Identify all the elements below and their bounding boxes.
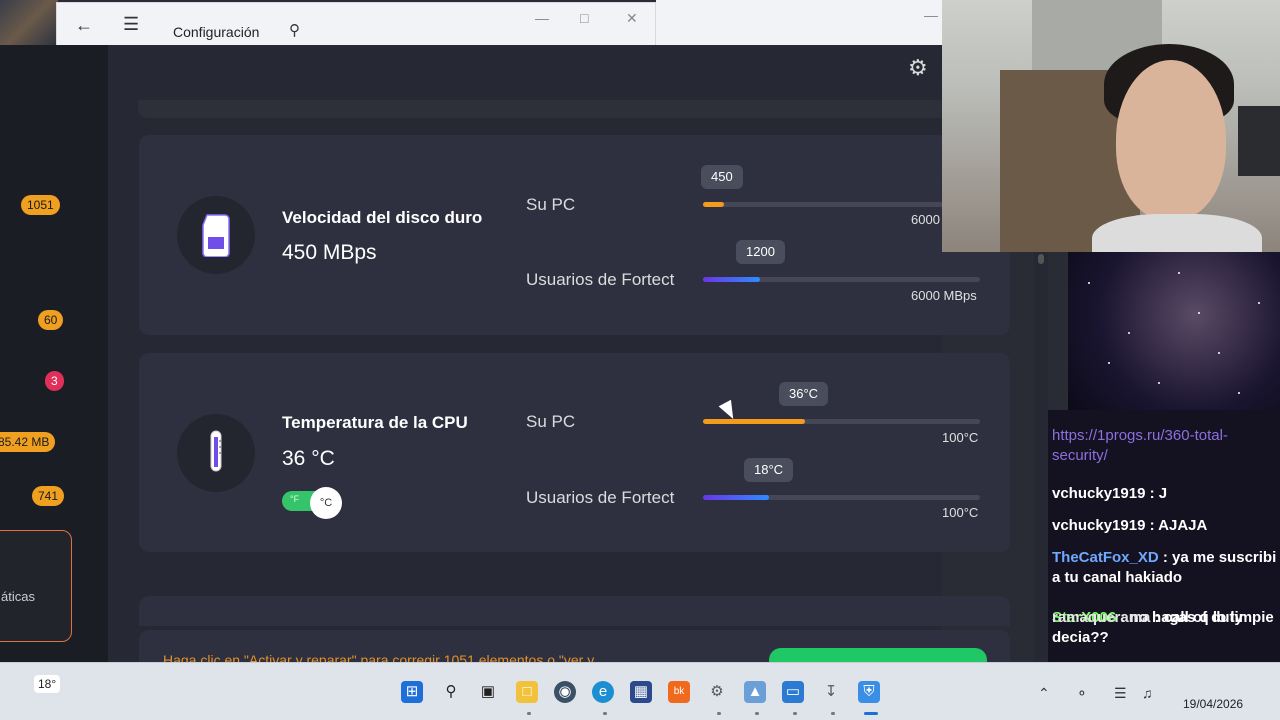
count-badge: 60 — [38, 310, 64, 330]
row-label: Su PC — [526, 412, 576, 431]
webcam-monitor — [1238, 106, 1280, 176]
volume-icon[interactable]: ♫ — [1142, 685, 1153, 701]
windows-start-icon[interactable]: ⊞ — [401, 681, 423, 703]
card-title: Temperatura de la CPU — [282, 413, 468, 432]
card-value: 450 MBps — [282, 241, 377, 264]
progress-track — [703, 419, 980, 424]
hamburger-menu-icon[interactable]: ☰ — [123, 14, 139, 35]
chat-username: vchucky1919 — [1052, 517, 1146, 534]
webcam-person-shirt — [1092, 214, 1262, 252]
chat-message: https://1progs.ru/360-total-security/ — [1052, 426, 1278, 466]
value-tooltip: 1200 — [736, 240, 785, 264]
chat-link[interactable]: https://1progs.ru/360-total-security/ — [1052, 427, 1228, 464]
chat-text: : AJAJA — [1145, 517, 1208, 534]
desktop-wallpaper-strip — [0, 0, 58, 45]
minimize-icon[interactable]: — — [924, 7, 938, 23]
next-card-edge — [139, 596, 1010, 626]
progress-fill — [703, 419, 805, 424]
count-badge: 741 — [32, 486, 65, 506]
webcam-person-face — [1116, 60, 1226, 220]
weather-widget[interactable]: 18° — [34, 675, 61, 693]
card-value: 36 °C — [282, 447, 335, 470]
chat-username: TheCatFox_XD — [1052, 549, 1159, 566]
chat-message: TheCatFox_XD : ya me suscribi a tu canal… — [1052, 548, 1278, 588]
alert-badge: 3 — [45, 371, 64, 391]
chat-username: ramaquerama — [1052, 609, 1151, 626]
app-window-icon[interactable]: ▭ — [782, 681, 804, 703]
chat-message: vchucky1919 : J — [1052, 484, 1278, 504]
scroll-thumb[interactable] — [1038, 254, 1044, 264]
galaxy-overlay — [1068, 252, 1280, 410]
bk-app-icon[interactable]: bk — [668, 681, 690, 703]
minimize-icon[interactable]: — — [535, 10, 549, 26]
chat-message: vchucky1919 : AJAJA — [1052, 516, 1278, 536]
progress-track — [703, 495, 980, 500]
chat-username: vchucky1919 — [1052, 485, 1146, 502]
chat-text: : J — [1145, 485, 1168, 502]
progress-fill — [703, 495, 769, 500]
app-icon[interactable]: ◉ — [554, 681, 576, 703]
close-icon[interactable]: ✕ — [626, 10, 638, 27]
sidebar-box-label: áticas — [1, 589, 35, 604]
max-label: 100°C — [942, 505, 979, 520]
card-title: Velocidad del disco duro — [282, 208, 483, 227]
toggle-off-label: °F — [290, 494, 300, 504]
search-icon[interactable]: ⚲ — [440, 681, 462, 703]
maximize-icon[interactable]: □ — [580, 10, 588, 26]
search-icon[interactable]: ⚲ — [289, 21, 300, 39]
webcam-overlay — [942, 0, 1280, 252]
value-tooltip: 18°C — [744, 458, 794, 482]
gear-icon[interactable]: ⚙ — [908, 55, 928, 81]
running-indicator — [717, 712, 721, 715]
window-title: Configuración — [173, 24, 260, 40]
progress-fill — [703, 202, 724, 207]
card-edge — [138, 100, 1008, 118]
back-arrow-icon[interactable]: ← — [75, 15, 93, 36]
running-indicator — [831, 712, 835, 715]
network-icon[interactable]: ⚬ — [1076, 685, 1088, 702]
value-tooltip: 36°C — [779, 382, 829, 406]
active-indicator — [864, 712, 878, 715]
size-badge: 85.42 MB — [0, 432, 56, 452]
clock-date[interactable]: 19/04/2026 — [1183, 697, 1243, 711]
installer-icon[interactable]: ↧ — [820, 681, 842, 703]
chat-message: ramaquerama : call of duty decia?? — [1052, 608, 1278, 648]
settings-gear-icon[interactable]: ⚙ — [706, 681, 728, 703]
chat-scrollbar[interactable] — [1034, 252, 1048, 662]
running-indicator — [755, 712, 759, 715]
row-label: Su PC — [526, 195, 576, 214]
max-label: 100°C — [942, 430, 979, 445]
progress-track — [703, 277, 980, 282]
toggle-knob[interactable]: °C — [310, 487, 342, 519]
max-label: 6000 — [911, 212, 940, 227]
chevron-up-icon[interactable]: ⌃ — [1038, 685, 1050, 702]
action-bar: Haga clic en "Activar y reparar" para co… — [139, 630, 1010, 668]
issues-badge: 1051 — [21, 195, 60, 215]
cpu-temp-card: Temperatura de la CPU 36 °C °F °C Su PC … — [139, 353, 1010, 552]
max-label: 6000 MBps — [911, 288, 977, 303]
progress-track — [703, 202, 980, 207]
row-label: Usuarios de Fortect — [526, 270, 675, 289]
task-view-icon[interactable]: ▣ — [477, 681, 499, 703]
unit-toggle[interactable]: °F °C — [282, 487, 342, 519]
shield-icon[interactable]: ⛨ — [858, 681, 880, 703]
running-indicator — [793, 712, 797, 715]
photos-icon[interactable]: ▲ — [744, 681, 766, 703]
settings-titlebar: ← ☰ Configuración ⚲ — □ ✕ — [56, 2, 656, 45]
store-icon[interactable]: ▦ — [630, 681, 652, 703]
edge-browser-icon[interactable]: e — [592, 681, 614, 703]
file-explorer-icon[interactable]: □ — [516, 681, 538, 703]
value-tooltip: 450 — [701, 165, 743, 189]
background-window-strip: — — [656, 0, 942, 45]
running-indicator — [527, 712, 531, 715]
progress-fill — [703, 277, 760, 282]
sd-card-icon — [177, 196, 255, 274]
thermometer-icon — [177, 414, 255, 492]
row-label: Usuarios de Fortect — [526, 488, 675, 507]
sidebar-promo-box[interactable]: áticas — [0, 530, 72, 642]
taskbar: 18° ⊞ ⚲ ▣ □ ◉ e ▦ bk ⚙ ▲ ▭ ↧ ⛨ ⌃ ⚬ ☰ ♫ 1… — [0, 662, 1280, 720]
running-indicator — [603, 712, 607, 715]
wifi-icon[interactable]: ☰ — [1114, 685, 1127, 702]
disk-speed-card: Velocidad del disco duro 450 MBps Su PC … — [139, 135, 1010, 335]
